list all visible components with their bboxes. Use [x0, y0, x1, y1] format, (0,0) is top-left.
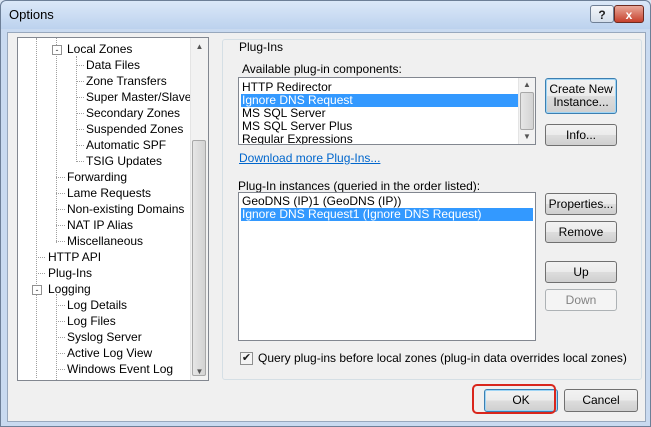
tree-item-super-master-slave[interactable]: Super Master/Slave: [86, 89, 191, 105]
tree-dash: [36, 257, 45, 258]
download-plugins-link[interactable]: Download more Plug-Ins...: [239, 151, 380, 165]
tree-item-plug-ins[interactable]: Plug-Ins: [48, 265, 92, 281]
tree-dash: [76, 145, 84, 146]
list-item-selected[interactable]: Ignore DNS Request1 (Ignore DNS Request): [241, 208, 533, 221]
tree-item-log-details[interactable]: Log Details: [67, 297, 127, 313]
collapse-toggle-logging[interactable]: -: [32, 285, 42, 295]
info-button[interactable]: Info...: [545, 124, 617, 146]
scroll-down-arrow-icon[interactable]: ▼: [191, 363, 208, 380]
ok-button-highlight-annotation: [472, 384, 556, 414]
tree-item-logging[interactable]: Logging: [48, 281, 91, 297]
list-item[interactable]: Regular Expressions: [241, 133, 353, 145]
scroll-up-arrow-icon[interactable]: ▲: [191, 38, 208, 55]
available-scroll-thumb[interactable]: [520, 92, 534, 130]
window-title: Options: [9, 7, 54, 22]
tree-dash: [56, 193, 65, 194]
tree-dash: [56, 225, 65, 226]
title-bar: Options ? x: [1, 1, 650, 29]
help-button[interactable]: ?: [590, 5, 614, 23]
create-new-instance-button[interactable]: Create New Instance...: [545, 78, 617, 114]
available-components-label: Available plug-in components:: [242, 62, 402, 76]
tree-item-secondary-zones[interactable]: Secondary Zones: [86, 105, 180, 121]
tree-item-http-api[interactable]: HTTP API: [48, 249, 101, 265]
tree-dash: [56, 241, 65, 242]
tree-item-log-files[interactable]: Log Files: [67, 313, 116, 329]
tree-dash: [56, 305, 65, 306]
tree-item-data-files[interactable]: Data Files: [86, 57, 140, 73]
options-tree[interactable]: - Local Zones Data Files Zone Transfers …: [17, 37, 209, 381]
tree-dash: [76, 113, 84, 114]
tree-dash: [56, 337, 65, 338]
tree-item-forwarding[interactable]: Forwarding: [67, 169, 127, 185]
tree-item-active-log-view[interactable]: Active Log View: [67, 345, 152, 361]
tree-scrollbar[interactable]: ▲ ▼: [190, 38, 208, 380]
down-button[interactable]: Down: [545, 289, 617, 311]
plugin-instances-label: Plug-In instances (queried in the order …: [238, 179, 481, 193]
plugins-group-title: Plug-Ins: [237, 40, 286, 54]
tree-dash: [56, 321, 65, 322]
tree-item-zone-transfers[interactable]: Zone Transfers: [86, 73, 167, 89]
query-before-local-zones-checkbox[interactable]: ✔: [240, 352, 253, 365]
tree-scroll-thumb[interactable]: [192, 140, 206, 376]
options-window: Options ? x - Local Zones Data Files Zon…: [0, 0, 651, 427]
plugin-instances-list[interactable]: GeoDNS (IP)1 (GeoDNS (IP)) Ignore DNS Re…: [238, 192, 536, 341]
tree-dash: [56, 353, 65, 354]
up-button[interactable]: Up: [545, 261, 617, 283]
tree-item-tsig-updates[interactable]: TSIG Updates: [86, 153, 162, 169]
tree-item-automatic-spf[interactable]: Automatic SPF: [86, 137, 166, 153]
tree-dash: [56, 209, 65, 210]
tree-dash: [76, 129, 84, 130]
tree-dash: [56, 177, 65, 178]
query-before-local-zones-label[interactable]: Query plug-ins before local zones (plug-…: [258, 351, 627, 365]
properties-button[interactable]: Properties...: [545, 193, 617, 215]
tree-item-suspended-zones[interactable]: Suspended Zones: [86, 121, 183, 137]
tree-dash: [76, 97, 84, 98]
tree-item-windows-event-log[interactable]: Windows Event Log: [67, 361, 173, 377]
tree-line: [56, 38, 57, 243]
tree-item-non-existing-domains[interactable]: Non-existing Domains: [67, 201, 184, 217]
tree-line: [76, 56, 77, 162]
tree-item-syslog-server[interactable]: Syslog Server: [67, 329, 142, 345]
close-icon: x: [625, 8, 633, 22]
tree-item-local-zones[interactable]: Local Zones: [67, 41, 132, 57]
tree-item-miscellaneous[interactable]: Miscellaneous: [67, 233, 143, 249]
available-components-list[interactable]: HTTP Redirector Ignore DNS Request MS SQ…: [238, 77, 536, 145]
tree-item-lame-requests[interactable]: Lame Requests: [67, 185, 151, 201]
tree-dash: [36, 273, 45, 274]
tree-dash: [76, 65, 84, 66]
tree-dash: [76, 81, 84, 82]
remove-button[interactable]: Remove: [545, 221, 617, 243]
close-button[interactable]: x: [614, 5, 644, 23]
tree-line: [36, 38, 37, 378]
available-list-scrollbar[interactable]: ▲ ▼: [518, 78, 535, 144]
tree-item-nat-ip-alias[interactable]: NAT IP Alias: [67, 217, 133, 233]
checkmark-icon: ✔: [241, 352, 252, 364]
scroll-down-arrow-icon[interactable]: ▼: [519, 130, 535, 144]
scroll-up-arrow-icon[interactable]: ▲: [519, 78, 535, 92]
tree-dash: [56, 369, 65, 370]
collapse-toggle-local-zones[interactable]: -: [52, 45, 62, 55]
cancel-button[interactable]: Cancel: [564, 389, 638, 412]
tree-dash: [76, 161, 84, 162]
dialog-client-area: - Local Zones Data Files Zone Transfers …: [7, 32, 646, 422]
help-icon: ?: [598, 8, 606, 22]
